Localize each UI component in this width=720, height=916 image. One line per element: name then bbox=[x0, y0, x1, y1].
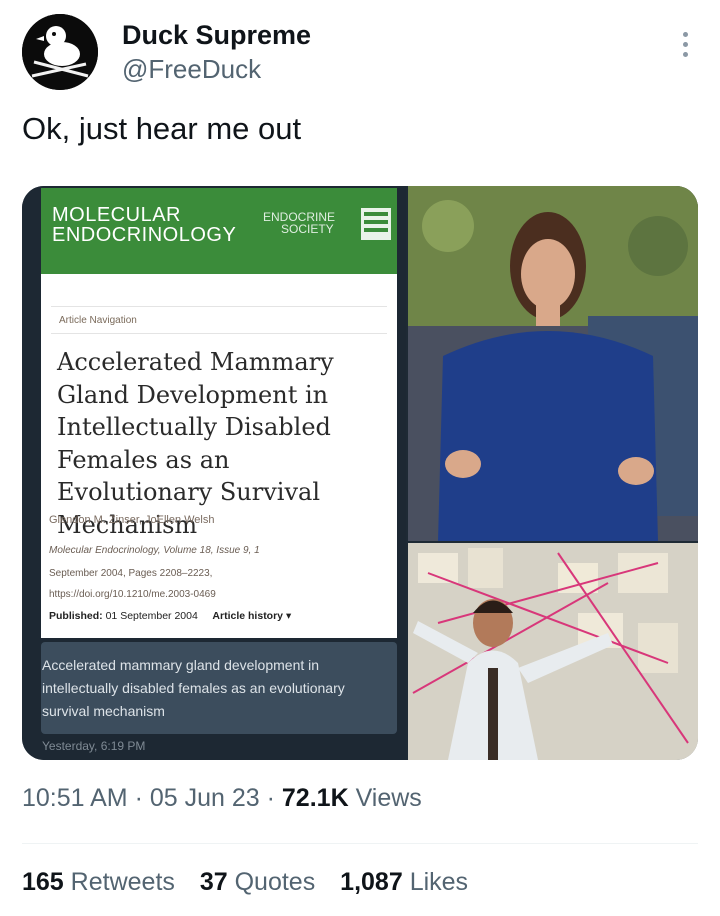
article-navigation: Article Navigation bbox=[51, 306, 387, 334]
tweet-header: Duck Supreme @FreeDuck bbox=[22, 14, 698, 94]
quotes-count: 37 bbox=[199, 868, 228, 896]
photo-conspiracy-board bbox=[408, 543, 698, 760]
duck-skull-crossbones-icon bbox=[22, 14, 98, 90]
screenshot-panel: MOLECULAR ENDOCRINOLOGY ENDOCRINE SOCIET… bbox=[22, 186, 406, 760]
likes-count: 1,087 bbox=[340, 868, 403, 896]
article-authors: Glendon M. Zinser, JoEllen Welsh bbox=[49, 514, 215, 526]
tweet-media[interactable]: MOLECULAR ENDOCRINOLOGY ENDOCRINE SOCIET… bbox=[22, 186, 698, 760]
journal-banner: MOLECULAR ENDOCRINOLOGY ENDOCRINE SOCIET… bbox=[41, 188, 397, 274]
quotes-label: Quotes bbox=[234, 868, 316, 896]
published-label: Published: bbox=[49, 610, 103, 622]
article-card: MOLECULAR ENDOCRINOLOGY ENDOCRINE SOCIET… bbox=[41, 188, 397, 638]
endocrine-society-logo-icon bbox=[361, 208, 391, 240]
tweet-text: Ok, just hear me out bbox=[22, 111, 302, 146]
society-name-line2: SOCIETY bbox=[281, 222, 334, 236]
tweet-stats: 165 Retweets 37 Quotes 1,087 Likes bbox=[22, 868, 486, 897]
article-navigation-label: Article Navigation bbox=[59, 315, 137, 326]
more-vertical-icon[interactable] bbox=[678, 32, 692, 68]
tweet-date[interactable]: 05 Jun 23 bbox=[150, 784, 260, 812]
published-date: 01 September 2004 bbox=[105, 610, 198, 622]
likes-stat[interactable]: 1,087 Likes bbox=[340, 868, 468, 896]
avatar[interactable] bbox=[22, 14, 98, 90]
published-row: Published: 01 September 2004 Article his… bbox=[49, 610, 291, 622]
journal-name-line2: ENDOCRINOLOGY bbox=[52, 224, 237, 246]
tweet-time[interactable]: 10:51 AM bbox=[22, 784, 128, 812]
quotes-stat[interactable]: 37 Quotes bbox=[200, 868, 315, 896]
tweet-meta: 10:51 AM · 05 Jun 23 · 72.1K Views bbox=[22, 784, 422, 813]
citation-journal: Molecular Endocrinology, Volume 18, Issu… bbox=[49, 545, 260, 556]
meta-separator: · bbox=[127, 784, 150, 812]
views-count: 72.1K bbox=[281, 784, 349, 812]
retweets-count: 165 bbox=[22, 868, 64, 896]
author-handle[interactable]: @FreeDuck bbox=[122, 54, 261, 85]
retweets-stat[interactable]: 165 Retweets bbox=[22, 868, 175, 896]
citation-date: September 2004, Pages 2208–2223, bbox=[49, 568, 213, 579]
meta-separator: · bbox=[259, 784, 282, 812]
article-history-label: Article history ▾ bbox=[212, 610, 292, 622]
photo-woman-sitting bbox=[408, 186, 698, 541]
likes-label: Likes bbox=[409, 868, 469, 896]
article-title: Accelerated Mammary Gland Development in… bbox=[57, 348, 334, 539]
caption-timestamp: Yesterday, 6:19 PM bbox=[42, 739, 146, 753]
caption-text: Accelerated mammary gland development in… bbox=[42, 657, 345, 719]
author-display-name[interactable]: Duck Supreme bbox=[122, 20, 311, 51]
retweets-label: Retweets bbox=[70, 868, 175, 896]
divider bbox=[22, 843, 698, 844]
citation-doi: https://doi.org/10.1210/me.2003-0469 bbox=[49, 589, 216, 600]
views-label: Views bbox=[348, 784, 422, 812]
